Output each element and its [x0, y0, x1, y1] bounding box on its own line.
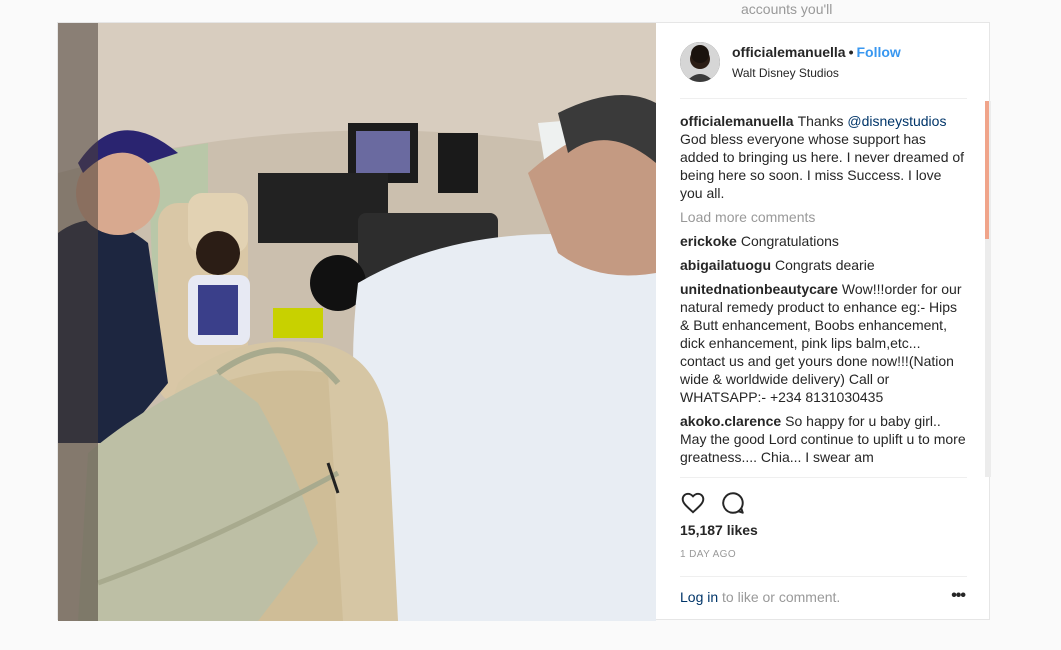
- comment-text: Wow!!!order for our natural remedy produ…: [680, 281, 962, 405]
- avatar-image: [680, 42, 720, 82]
- comment-icon[interactable]: [720, 490, 746, 516]
- comment-username[interactable]: akoko.clarence: [680, 413, 781, 429]
- caption-mention[interactable]: @disneystudios: [847, 113, 946, 129]
- caption-text-after: God bless everyone whose support has add…: [680, 131, 965, 201]
- avatar[interactable]: [680, 42, 720, 82]
- load-more-comments-button[interactable]: Load more comments: [680, 208, 967, 226]
- login-prompt: Log in to like or comment. •••: [680, 576, 967, 613]
- likes-count[interactable]: 15,187 likes: [680, 522, 758, 538]
- caption: officialemanuella Thanks @disneystudios G…: [680, 112, 967, 202]
- scrollbar-thumb[interactable]: [985, 101, 989, 239]
- photo-illustration: [58, 23, 656, 621]
- separator-dot: •: [848, 44, 854, 60]
- comments-list[interactable]: officialemanuella Thanks @disneystudios G…: [680, 112, 967, 474]
- post-timestamp[interactable]: 1 DAY AGO: [680, 549, 736, 560]
- comments-scrollbar[interactable]: [985, 101, 991, 477]
- post-modal: officialemanuella • Follow Walt Disney Stu…: [57, 22, 991, 621]
- post-header: officialemanuella • Follow Walt Disney Stu…: [680, 42, 967, 99]
- post-actions: 15,187 likes 1 DAY AGO Log in to like or…: [680, 477, 967, 612]
- post-photo[interactable]: [58, 23, 656, 621]
- comment-item: akoko.clarence So happy for u baby girl..…: [680, 412, 967, 466]
- post-side-panel: officialemanuella • Follow Walt Disney Stu…: [656, 23, 991, 621]
- comment-text: Congrats dearie: [775, 257, 875, 273]
- comment-text: Congratulations: [740, 233, 839, 249]
- comment-item: abigailatuogu Congrats dearie: [680, 256, 967, 274]
- login-link[interactable]: Log in: [680, 589, 718, 605]
- comment-item: erickoke Congratulations: [680, 232, 967, 250]
- comment-item: unitednationbeautycare Wow!!!order for ou…: [680, 280, 967, 406]
- follow-button[interactable]: Follow: [857, 44, 901, 60]
- comment-username[interactable]: unitednationbeautycare: [680, 281, 838, 297]
- location-link[interactable]: Walt Disney Studios: [732, 66, 839, 80]
- caption-username[interactable]: officialemanuella: [680, 113, 794, 129]
- caption-text-before: Thanks: [797, 113, 848, 129]
- header-user-line: officialemanuella • Follow: [732, 44, 901, 60]
- more-horizontal-icon[interactable]: •••: [951, 587, 966, 605]
- heart-icon[interactable]: [680, 490, 706, 516]
- comment-username[interactable]: erickoke: [680, 233, 737, 249]
- header-username[interactable]: officialemanuella: [732, 44, 846, 60]
- login-suffix: to like or comment.: [718, 589, 841, 605]
- comment-username[interactable]: abigailatuogu: [680, 257, 771, 273]
